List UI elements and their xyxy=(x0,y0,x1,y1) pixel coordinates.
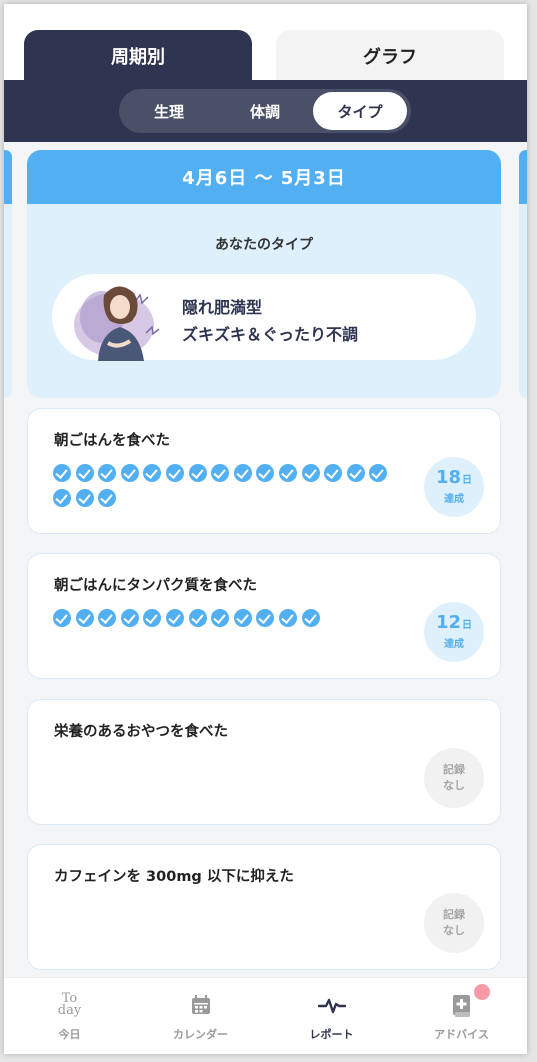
segment-condition[interactable]: 体調 xyxy=(218,92,312,130)
today-icon-text-bottom: day xyxy=(57,1003,82,1018)
advice-book-icon xyxy=(452,995,470,1017)
notification-badge xyxy=(474,984,490,1000)
habit-card[interactable]: 朝ごはんを食べた 18 日 達成 xyxy=(27,408,501,534)
habit-card[interactable]: 朝ごはんにタンパク質を食べた 12 日 達成 xyxy=(27,553,501,679)
type-name-primary: 隠れ肥満型 xyxy=(182,298,263,317)
check-icon xyxy=(301,609,320,627)
next-period-card[interactable] xyxy=(519,150,527,398)
badge-no-record-line2: なし xyxy=(443,924,465,937)
habit-check-list xyxy=(53,464,393,514)
check-icon xyxy=(120,609,139,627)
no-record-badge: 記録 なし xyxy=(424,748,484,808)
check-icon xyxy=(211,609,230,627)
nav-label: カレンダー xyxy=(173,1028,228,1041)
check-icon xyxy=(278,609,297,627)
check-icon xyxy=(165,609,184,627)
habit-card[interactable]: 栄養のあるおやつを食べた 記録 なし xyxy=(27,699,501,825)
check-icon xyxy=(53,489,71,507)
habit-title: 朝ごはんにタンパク質を食べた xyxy=(54,578,257,594)
check-icon xyxy=(53,609,71,627)
nav-label: アドバイス xyxy=(434,1028,489,1041)
badge-days-unit: 日 xyxy=(462,620,473,631)
check-icon xyxy=(188,464,207,482)
check-icon xyxy=(301,464,320,482)
badge-no-record-line1: 記録 xyxy=(443,908,465,921)
nav-today[interactable]: To day 今日 xyxy=(4,978,135,1054)
habit-title: 栄養のあるおやつを食べた xyxy=(54,724,228,740)
achievement-badge: 12 日 達成 xyxy=(424,602,484,662)
type-illustration-icon xyxy=(74,286,160,361)
check-icon xyxy=(324,464,343,482)
check-icon xyxy=(256,464,275,482)
check-icon xyxy=(233,609,252,627)
check-icon xyxy=(98,464,117,482)
check-icon xyxy=(369,464,388,482)
nav-advice[interactable]: アドバイス xyxy=(396,978,527,1054)
nav-label: 今日 xyxy=(58,1028,81,1041)
check-icon xyxy=(143,609,162,627)
nav-report[interactable]: レポート xyxy=(266,978,397,1054)
type-name-secondary: ズキズキ＆ぐったり不調 xyxy=(182,325,359,344)
segment-period[interactable]: 生理 xyxy=(122,92,216,130)
report-content[interactable]: 4月6日 〜 5月3日 あなたのタイプ 隠れ肥満型 ズキズキ＆ぐったり不調 朝ご… xyxy=(4,142,527,977)
type-card: 4月6日 〜 5月3日 あなたのタイプ 隠れ肥満型 ズキズキ＆ぐったり不調 xyxy=(27,150,501,398)
period-range: 4月6日 〜 5月3日 xyxy=(27,150,501,204)
check-icon xyxy=(120,464,139,482)
badge-achieved-label: 達成 xyxy=(444,639,464,650)
segment-type[interactable]: タイプ xyxy=(313,92,407,130)
app-screen: 周期別 グラフ 生理 体調 タイプ 4月6日 〜 5月3日 あなたのタイプ 隠れ… xyxy=(4,4,527,1054)
header-band: 生理 体調 タイプ xyxy=(4,80,527,142)
check-icon xyxy=(53,464,71,482)
type-result: 隠れ肥満型 ズキズキ＆ぐったり不調 xyxy=(52,274,476,361)
check-icon xyxy=(75,489,94,507)
today-icon: To day xyxy=(55,990,85,1020)
check-icon xyxy=(278,464,297,482)
check-icon xyxy=(256,609,275,627)
nav-calendar[interactable]: カレンダー xyxy=(135,978,266,1054)
check-icon xyxy=(188,609,207,627)
badge-days-unit: 日 xyxy=(462,475,473,486)
previous-period-card[interactable] xyxy=(4,150,12,398)
badge-days-count: 12 xyxy=(435,612,462,633)
check-icon xyxy=(165,464,184,482)
nav-label: レポート xyxy=(309,1028,354,1041)
calendar-icon xyxy=(191,995,210,1014)
badge-achieved-label: 達成 xyxy=(444,494,464,505)
habit-title: 朝ごはんを食べた xyxy=(54,433,170,449)
habit-card[interactable]: カフェインを 300mg 以下に抑えた 記録 なし xyxy=(27,844,501,970)
check-icon xyxy=(98,609,117,627)
type-heading: あなたのタイプ xyxy=(215,237,313,253)
badge-days-count: 18 xyxy=(435,467,462,488)
no-record-badge: 記録 なし xyxy=(424,893,484,953)
check-icon xyxy=(233,464,252,482)
segment-control: 生理 体調 タイプ xyxy=(119,89,411,133)
badge-no-record-line1: 記録 xyxy=(443,763,465,776)
habit-title: カフェインを 300mg 以下に抑えた xyxy=(54,869,294,885)
check-icon xyxy=(143,464,162,482)
tab-by-cycle[interactable]: 周期別 xyxy=(24,30,252,82)
check-icon xyxy=(75,464,94,482)
tab-graph[interactable]: グラフ xyxy=(276,30,504,82)
check-icon xyxy=(346,464,365,482)
check-icon xyxy=(98,489,117,507)
achievement-badge: 18 日 達成 xyxy=(424,457,484,517)
check-icon xyxy=(75,609,94,627)
badge-no-record-line2: なし xyxy=(443,779,465,792)
bottom-navigation: To day 今日 カレンダー レポート アドバイス xyxy=(4,977,527,1054)
habit-check-list xyxy=(53,609,393,634)
top-tab-bar: 周期別 グラフ xyxy=(4,4,527,82)
check-icon xyxy=(211,464,230,482)
pulse-icon xyxy=(317,998,346,1014)
